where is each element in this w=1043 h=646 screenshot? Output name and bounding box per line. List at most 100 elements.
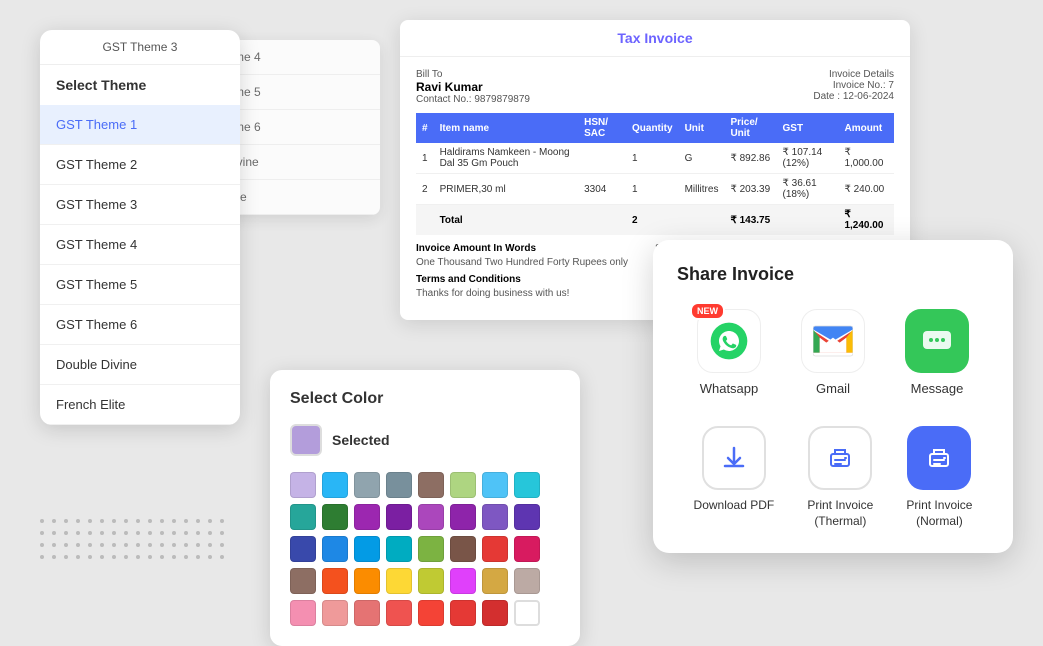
- color-swatch[interactable]: [482, 600, 508, 626]
- theme-item-3[interactable]: GST Theme 3: [40, 185, 240, 225]
- color-swatch[interactable]: [450, 600, 476, 626]
- row2-price: ₹ 203.39: [724, 174, 776, 205]
- color-swatch[interactable]: [418, 536, 444, 562]
- new-badge: NEW: [690, 302, 725, 320]
- message-share-item[interactable]: Message: [905, 309, 969, 396]
- invoice-date: Date : 12-06-2024: [813, 91, 894, 102]
- row1-qty: 1: [626, 143, 679, 174]
- total-row: Total 2 ₹ 143.75 ₹ 1,240.00: [416, 205, 894, 236]
- color-swatch[interactable]: [418, 600, 444, 626]
- print-thermal-item[interactable]: Print Invoice(Thermal): [807, 426, 873, 529]
- theme-item-divine[interactable]: Double Divine: [40, 345, 240, 385]
- theme-item-french[interactable]: French Elite: [40, 385, 240, 425]
- color-swatch[interactable]: [482, 536, 508, 562]
- color-swatch[interactable]: [354, 536, 380, 562]
- color-swatch[interactable]: [514, 568, 540, 594]
- color-swatch[interactable]: [514, 504, 540, 530]
- row1-price: ₹ 892.86: [724, 143, 776, 174]
- col-num: #: [416, 113, 434, 143]
- partial-theme-item: ite: [220, 180, 380, 215]
- color-swatch[interactable]: [386, 568, 412, 594]
- color-swatch[interactable]: [514, 536, 540, 562]
- row1-name: Haldirams Namkeen - Moong Dal 35 Gm Pouc…: [434, 143, 579, 174]
- theme-item-1[interactable]: GST Theme 1: [40, 105, 240, 145]
- color-swatch[interactable]: [450, 568, 476, 594]
- gmail-share-item[interactable]: Gmail: [801, 309, 865, 396]
- theme-item-5[interactable]: GST Theme 5: [40, 265, 240, 305]
- whatsapp-icon-circle: NEW: [697, 309, 761, 373]
- bill-to-label: Bill To: [416, 69, 530, 80]
- terms-text: Thanks for doing business with us!: [416, 288, 655, 299]
- partial-theme-item: me 4: [220, 40, 380, 75]
- theme-item-2[interactable]: GST Theme 2: [40, 145, 240, 185]
- color-swatch[interactable]: [386, 504, 412, 530]
- color-swatch[interactable]: [482, 568, 508, 594]
- selected-color-swatch[interactable]: [290, 424, 322, 456]
- color-swatch[interactable]: [354, 504, 380, 530]
- color-swatch[interactable]: [290, 504, 316, 530]
- theme-item-4[interactable]: GST Theme 4: [40, 225, 240, 265]
- color-swatch[interactable]: [322, 568, 348, 594]
- partial-theme-item: me 6: [220, 110, 380, 145]
- color-swatch[interactable]: [386, 600, 412, 626]
- print-normal-svg-icon: [925, 444, 953, 472]
- col-hsn: HSN/ SAC: [578, 113, 626, 143]
- terms-label: Terms and Conditions: [416, 274, 655, 285]
- dots-pattern: [40, 519, 224, 567]
- customer-name: Ravi Kumar: [416, 80, 530, 94]
- color-swatch[interactable]: [514, 472, 540, 498]
- col-gst: GST: [777, 113, 839, 143]
- color-swatch[interactable]: [386, 536, 412, 562]
- row1-num: 1: [416, 143, 434, 174]
- total-qty: 2: [626, 205, 679, 236]
- amount-words: One Thousand Two Hundred Forty Rupees on…: [416, 257, 655, 268]
- theme-card-title: Select Theme: [40, 65, 240, 105]
- row2-amount: ₹ 240.00: [838, 174, 894, 205]
- theme-selector-card: GST Theme 3 Select Theme GST Theme 1 GST…: [40, 30, 240, 425]
- color-swatch[interactable]: [354, 472, 380, 498]
- row1-unit: G: [679, 143, 725, 174]
- row2-gst: ₹ 36.61 (18%): [777, 174, 839, 205]
- color-swatch[interactable]: [482, 504, 508, 530]
- color-swatch[interactable]: [290, 568, 316, 594]
- color-swatch[interactable]: [418, 568, 444, 594]
- color-swatch[interactable]: [418, 472, 444, 498]
- color-swatch[interactable]: [354, 568, 380, 594]
- col-price: Price/ Unit: [724, 113, 776, 143]
- color-swatch[interactable]: [514, 600, 540, 626]
- color-swatch[interactable]: [354, 600, 380, 626]
- color-swatch[interactable]: [450, 536, 476, 562]
- print-thermal-icon-circle: [808, 426, 872, 490]
- whatsapp-share-item[interactable]: NEW Whatsapp: [697, 309, 761, 396]
- color-swatch[interactable]: [450, 472, 476, 498]
- message-label: Message: [911, 381, 964, 396]
- color-swatch[interactable]: [290, 472, 316, 498]
- download-icon-circle: [702, 426, 766, 490]
- theme-item-6[interactable]: GST Theme 6: [40, 305, 240, 345]
- print-normal-item[interactable]: Print Invoice(Normal): [906, 426, 972, 529]
- download-svg-icon: [720, 444, 748, 472]
- download-pdf-item[interactable]: Download PDF: [694, 426, 775, 529]
- main-container: me 4 me 5 me 6 ivine ite GST Theme 3 Sel…: [0, 0, 1043, 627]
- color-swatch[interactable]: [290, 600, 316, 626]
- selected-color-row: Selected: [290, 424, 560, 456]
- share-invoice-card: Share Invoice NEW Whatsapp: [653, 240, 1013, 553]
- color-swatch[interactable]: [418, 504, 444, 530]
- row2-num: 2: [416, 174, 434, 205]
- invoice-number: Invoice No.: 7: [813, 80, 894, 91]
- color-swatch[interactable]: [322, 472, 348, 498]
- total-amount: ₹ 1,240.00: [838, 205, 894, 236]
- color-swatch[interactable]: [322, 600, 348, 626]
- color-swatch[interactable]: [290, 536, 316, 562]
- gmail-svg-icon: [813, 325, 853, 357]
- color-swatch[interactable]: [450, 504, 476, 530]
- color-swatch[interactable]: [322, 504, 348, 530]
- color-swatch[interactable]: [386, 472, 412, 498]
- total-label: Total: [434, 205, 579, 236]
- invoice-title: Tax Invoice: [400, 20, 910, 57]
- color-swatch[interactable]: [322, 536, 348, 562]
- whatsapp-label: Whatsapp: [700, 381, 759, 396]
- theme-partial-card: me 4 me 5 me 6 ivine ite: [220, 40, 380, 215]
- row2-qty: 1: [626, 174, 679, 205]
- color-swatch[interactable]: [482, 472, 508, 498]
